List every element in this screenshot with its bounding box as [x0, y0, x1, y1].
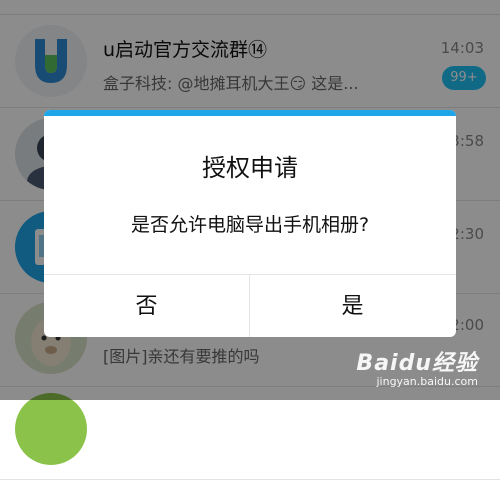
- dialog-title: 授权申请: [202, 154, 298, 182]
- dialog-message: 是否允许电脑导出手机相册?: [130, 214, 370, 236]
- chat-row-partial[interactable]: [0, 387, 500, 480]
- permission-dialog: 授权申请 是否允许电脑导出手机相册? 否 是: [44, 110, 456, 337]
- avatar: [15, 393, 87, 465]
- baidu-watermark: Baidu经验 jingyan.baidu.com: [356, 345, 478, 388]
- baidu-logo: Baidu经验: [356, 351, 478, 376]
- allow-button[interactable]: 是: [250, 275, 455, 337]
- dialog-accent-bar: [44, 110, 456, 116]
- dialog-buttons: 否 是: [44, 274, 456, 337]
- deny-button[interactable]: 否: [44, 275, 250, 337]
